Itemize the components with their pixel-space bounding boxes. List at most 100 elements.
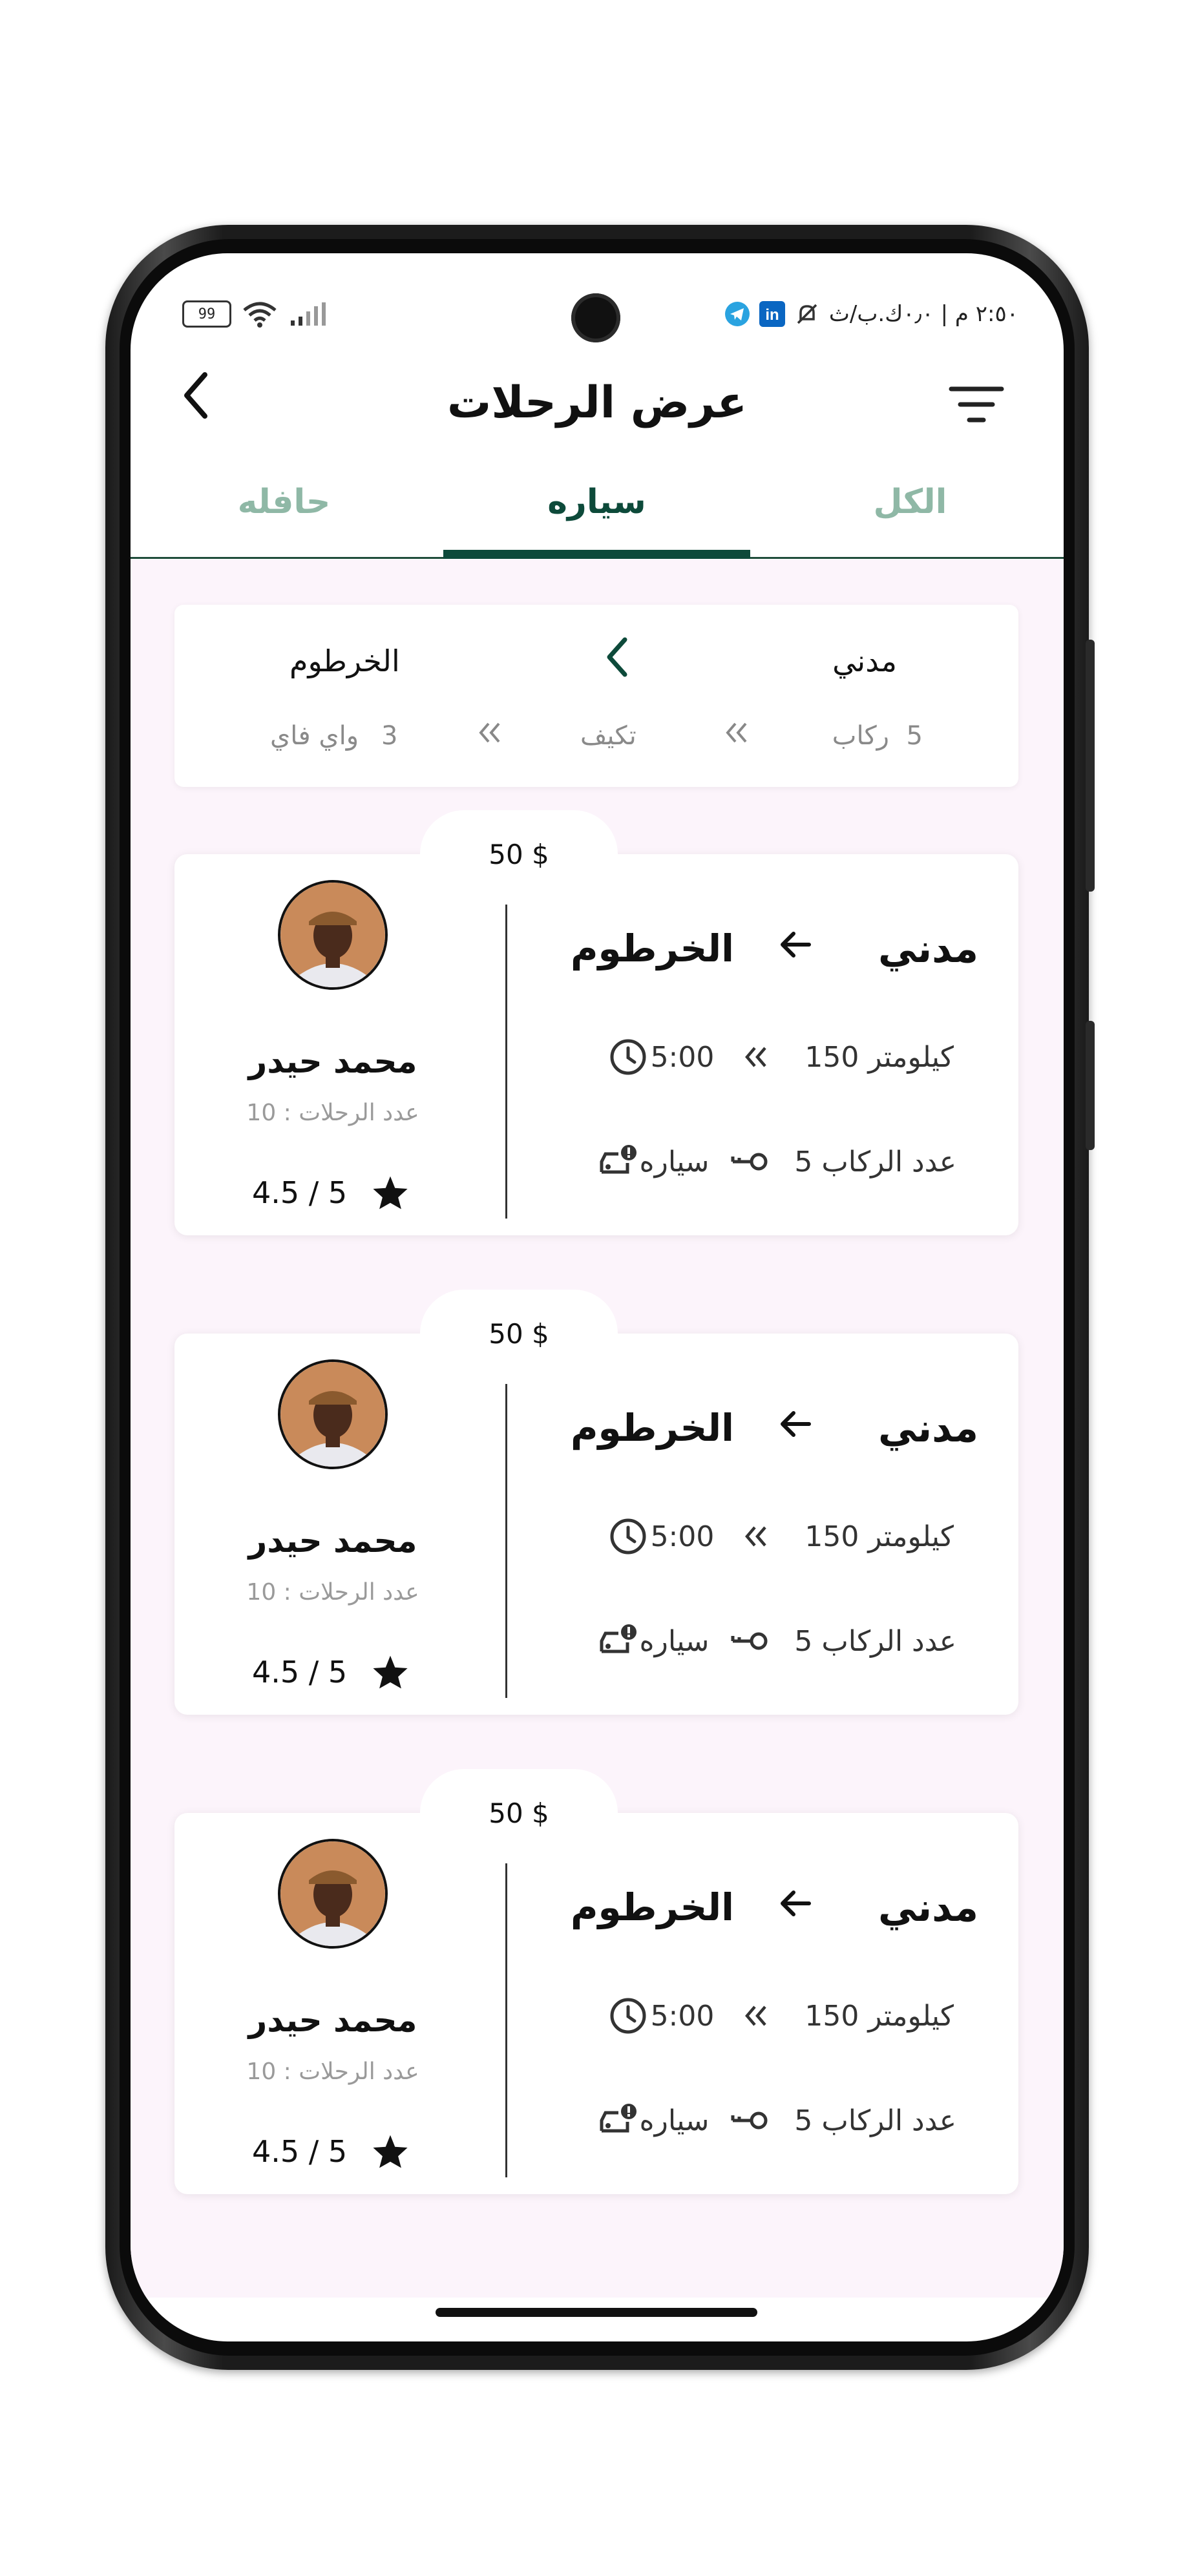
- rating-value: 4.5 / 5: [252, 1655, 348, 1690]
- trip-type-tabs: الكل سياره حافله: [131, 447, 1064, 559]
- trip-time: 5:00: [650, 1520, 715, 1553]
- signal-icon: [288, 301, 327, 327]
- price-badge: 50 $: [420, 1290, 618, 1377]
- trip-card[interactable]: 50 $ محمد حيدر عدد الرحلات : 10 4.5 / 5 …: [174, 1769, 1018, 2194]
- card-divider: [505, 1863, 507, 2177]
- trip-card[interactable]: 50 $ محمد حيدر عدد الرحلات : 10 4.5 / 5 …: [174, 810, 1018, 1235]
- trip-time: 5:00: [650, 1040, 715, 1074]
- trip-to-city: الخرطوم: [570, 1406, 734, 1450]
- price-badge: 50 $: [420, 1769, 618, 1857]
- key-icon: [727, 2098, 772, 2143]
- trip-from-city: مدني: [878, 927, 978, 972]
- driver-rating: 4.5 / 5: [252, 1654, 409, 1690]
- active-tab-indicator: [443, 550, 750, 559]
- trip-time-distance: 5:00 150 كيلومتر: [605, 1511, 980, 1562]
- star-icon: [373, 2135, 408, 2168]
- trip-time-distance: 5:00 150 كيلومتر: [605, 1031, 980, 1083]
- trip-passengers: عدد الركاب 5: [794, 1624, 956, 1658]
- trip-distance: 150 كيلومتر: [805, 1999, 954, 2033]
- arrow-left-icon: [781, 1890, 811, 1916]
- power-button: [1086, 1021, 1095, 1150]
- filter-lines-icon: [949, 386, 1004, 423]
- status-right-icons: in ٢:٥٠ م | ٠٫٠ك.ب/ث: [724, 301, 1018, 327]
- trip-distance: 150 كيلومتر: [805, 1520, 954, 1553]
- driver-trips-count: عدد الرحلات : 10: [246, 1100, 419, 1126]
- trip-to-city: الخرطوم: [570, 1885, 734, 1929]
- arrow-left-icon: [781, 932, 811, 958]
- double-chevron-left-icon: [733, 1034, 779, 1080]
- car-alert-icon: [594, 1618, 640, 1664]
- wifi-icon: [242, 300, 278, 328]
- price-badge: 50 $: [420, 810, 618, 898]
- double-chevron-left-icon: [733, 1514, 779, 1559]
- arrow-left-icon: [781, 1411, 811, 1437]
- page-title: عرض الرحلات: [447, 377, 747, 428]
- trip-vehicle: سياره: [639, 2104, 710, 2137]
- rating-value: 4.5 / 5: [252, 1175, 348, 1210]
- battery-icon: 99: [182, 300, 231, 328]
- trip-card[interactable]: 50 $ محمد حيدر عدد الرحلات : 10 4.5 / 5 …: [174, 1290, 1018, 1715]
- trip-vehicle: سياره: [639, 1624, 710, 1658]
- trip-from-city: مدني: [878, 1406, 978, 1451]
- trip-passengers: عدد الركاب 5: [794, 2104, 956, 2137]
- trip-time: 5:00: [650, 1999, 715, 2033]
- driver-rating: 4.5 / 5: [252, 2133, 409, 2170]
- trip-list-area: مدني الخرطوم 5 ركاب تكيف 3 واي فاي 50 $ …: [131, 560, 1064, 2298]
- rating-value: 4.5 / 5: [252, 2134, 348, 2169]
- avatar: [278, 880, 388, 990]
- key-icon: [727, 1618, 772, 1664]
- clock-icon: [605, 1514, 651, 1559]
- summary-from-city: مدني: [832, 644, 897, 678]
- trip-distance: 150 كيلومتر: [805, 1040, 954, 1074]
- trip-from-city: مدني: [878, 1885, 978, 1931]
- car-alert-icon: [594, 2098, 640, 2143]
- car-alert-icon: [594, 1139, 640, 1184]
- tab-car[interactable]: سياره: [443, 447, 750, 557]
- trip-to-city: الخرطوم: [570, 927, 734, 970]
- trip-vehicle-passengers: سياره عدد الركاب 5: [594, 2095, 980, 2146]
- trip-vehicle-passengers: سياره عدد الركاب 5: [594, 1615, 980, 1667]
- status-time: ٢:٥٠ م | ٠٫٠ك.ب/ث: [828, 301, 1018, 327]
- summary-wifi-label: واي فاي: [270, 721, 359, 751]
- driver-trips-count: عدد الرحلات : 10: [246, 2058, 419, 2085]
- telegram-icon: [724, 301, 750, 327]
- summary-to-city: الخرطوم: [289, 644, 400, 678]
- app-screen: 99 in ٢:٥٠ م | ٠٫٠ك.ب/ث عرض الرحلات الكل…: [131, 253, 1064, 2341]
- home-indicator[interactable]: [436, 2308, 757, 2317]
- trip-vehicle: سياره: [639, 1145, 710, 1178]
- filter-button[interactable]: [947, 380, 1005, 432]
- double-chevron-left-icon: [733, 1993, 779, 2038]
- front-camera: [571, 293, 620, 342]
- summary-wifi-count: 3: [381, 721, 398, 751]
- star-icon: [373, 1655, 408, 1689]
- status-left-icons: 99: [182, 300, 327, 328]
- driver-trips-count: عدد الرحلات : 10: [246, 1579, 419, 1606]
- key-icon: [727, 1139, 772, 1184]
- clock-icon: [605, 1034, 651, 1080]
- summary-ac: تكيف: [580, 721, 637, 751]
- trip-passengers: عدد الركاب 5: [794, 1145, 956, 1178]
- star-icon: [373, 1176, 408, 1209]
- double-chevron-left-icon: [722, 720, 751, 752]
- summary-passengers-label: ركاب: [832, 721, 889, 751]
- avatar: [278, 1359, 388, 1469]
- double-chevron-left-icon: [476, 720, 504, 752]
- driver-name: محمد حيدر: [248, 1522, 417, 1560]
- mute-bell-icon: [794, 301, 820, 327]
- driver-rating: 4.5 / 5: [252, 1175, 409, 1211]
- linkedin-icon: in: [759, 301, 785, 327]
- svg-text:in: in: [765, 306, 779, 324]
- summary-passengers-count: 5: [906, 721, 923, 751]
- volume-button: [1086, 640, 1095, 892]
- card-divider: [505, 905, 507, 1219]
- app-header: عرض الرحلات: [131, 344, 1064, 434]
- status-bar: 99 in ٢:٥٠ م | ٠٫٠ك.ب/ث: [131, 279, 1064, 342]
- summary-details: 5 ركاب تكيف 3 واي فاي: [174, 721, 1018, 760]
- driver-name: محمد حيدر: [248, 2002, 417, 2039]
- tab-bus[interactable]: حافله: [131, 447, 437, 557]
- search-summary-card[interactable]: مدني الخرطوم 5 ركاب تكيف 3 واي فاي: [174, 605, 1018, 787]
- driver-name: محمد حيدر: [248, 1043, 417, 1080]
- trip-vehicle-passengers: سياره عدد الركاب 5: [594, 1136, 980, 1188]
- tab-all[interactable]: الكل: [757, 447, 1064, 557]
- trip-time-distance: 5:00 150 كيلومتر: [605, 1990, 980, 2042]
